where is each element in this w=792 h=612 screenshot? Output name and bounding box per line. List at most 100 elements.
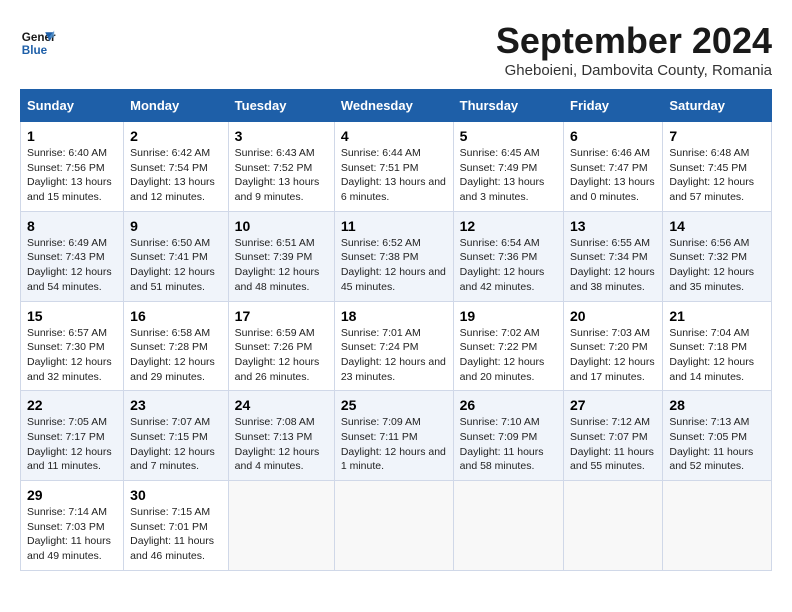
calendar-week-2: 8Sunrise: 6:49 AMSunset: 7:43 PMDaylight… [21,211,772,301]
day-number: 23 [130,397,222,413]
day-info: Sunrise: 6:45 AMSunset: 7:49 PMDaylight:… [460,146,557,205]
day-number: 21 [669,308,765,324]
svg-text:Blue: Blue [22,44,48,57]
calendar-cell: 25Sunrise: 7:09 AMSunset: 7:11 PMDayligh… [334,391,453,481]
day-number: 11 [341,218,447,234]
day-number: 17 [235,308,328,324]
calendar-cell: 5 Sunrise: 6:45 AMSunset: 7:49 PMDaylight… [453,122,563,212]
day-info: Sunrise: 6:50 AMSunset: 7:41 PMDaylight:… [130,236,222,295]
calendar-cell: 30 Sunrise: 7:15 AMSunset: 7:01 PMDayligh… [124,481,229,571]
day-info: Sunrise: 7:03 AMSunset: 7:20 PMDaylight:… [570,326,656,385]
calendar-cell [334,481,453,571]
day-info: Sunrise: 6:55 AMSunset: 7:34 PMDaylight:… [570,236,656,295]
calendar-cell: 17 Sunrise: 6:59 AMSunset: 7:26 PMDayligh… [228,301,334,391]
calendar-cell: 6Sunrise: 6:46 AMSunset: 7:47 PMDaylight… [564,122,663,212]
calendar-week-3: 15 Sunrise: 6:57 AMSunset: 7:30 PMDayligh… [21,301,772,391]
calendar-cell: 7 Sunrise: 6:48 AMSunset: 7:45 PMDaylight… [663,122,772,212]
day-info: Sunrise: 6:48 AMSunset: 7:45 PMDaylight:… [669,146,765,205]
day-number: 4 [341,128,447,144]
calendar-cell: 2 Sunrise: 6:42 AMSunset: 7:54 PMDaylight… [124,122,229,212]
title-section: September 2024 Gheboieni, Dambovita Coun… [496,20,772,79]
day-number: 6 [570,128,656,144]
day-info: Sunrise: 7:01 AMSunset: 7:24 PMDaylight:… [341,326,447,385]
day-info: Sunrise: 6:49 AMSunset: 7:43 PMDaylight:… [27,236,117,295]
page-header: General Blue September 2024 Gheboieni, D… [20,20,772,79]
day-info: Sunrise: 7:08 AMSunset: 7:13 PMDaylight:… [235,415,328,474]
calendar-cell: 21 Sunrise: 7:04 AMSunset: 7:18 PMDayligh… [663,301,772,391]
day-number: 20 [570,308,656,324]
calendar-cell: 19 Sunrise: 7:02 AMSunset: 7:22 PMDayligh… [453,301,563,391]
calendar-table: SundayMondayTuesdayWednesdayThursdayFrid… [20,89,772,571]
day-info: Sunrise: 7:05 AMSunset: 7:17 PMDaylight:… [27,415,117,474]
calendar-cell: 12Sunrise: 6:54 AMSunset: 7:36 PMDayligh… [453,211,563,301]
day-info: Sunrise: 7:07 AMSunset: 7:15 PMDaylight:… [130,415,222,474]
day-info: Sunrise: 6:40 AMSunset: 7:56 PMDaylight:… [27,146,117,205]
calendar-cell: 3Sunrise: 6:43 AMSunset: 7:52 PMDaylight… [228,122,334,212]
calendar-week-5: 29 Sunrise: 7:14 AMSunset: 7:03 PMDayligh… [21,481,772,571]
day-info: Sunrise: 6:52 AMSunset: 7:38 PMDaylight:… [341,236,447,295]
calendar-cell: 27 Sunrise: 7:12 AMSunset: 7:07 PMDayligh… [564,391,663,481]
day-number: 27 [570,397,656,413]
calendar-cell: 10 Sunrise: 6:51 AMSunset: 7:39 PMDayligh… [228,211,334,301]
logo: General Blue [20,25,60,61]
day-number: 29 [27,487,117,503]
calendar-cell: 13Sunrise: 6:55 AMSunset: 7:34 PMDayligh… [564,211,663,301]
day-number: 14 [669,218,765,234]
day-number: 22 [27,397,117,413]
day-info: Sunrise: 6:56 AMSunset: 7:32 PMDaylight:… [669,236,765,295]
weekday-header-friday: Friday [564,90,663,122]
day-info: Sunrise: 6:44 AMSunset: 7:51 PMDaylight:… [341,146,447,205]
day-number: 3 [235,128,328,144]
weekday-header-wednesday: Wednesday [334,90,453,122]
calendar-cell: 23 Sunrise: 7:07 AMSunset: 7:15 PMDayligh… [124,391,229,481]
calendar-subtitle: Gheboieni, Dambovita County, Romania [496,62,772,79]
calendar-cell: 24 Sunrise: 7:08 AMSunset: 7:13 PMDayligh… [228,391,334,481]
logo-icon: General Blue [20,25,56,61]
day-info: Sunrise: 7:14 AMSunset: 7:03 PMDaylight:… [27,505,117,564]
calendar-week-1: 1 Sunrise: 6:40 AMSunset: 7:56 PMDaylight… [21,122,772,212]
day-number: 2 [130,128,222,144]
day-number: 9 [130,218,222,234]
day-number: 5 [460,128,557,144]
day-info: Sunrise: 7:13 AMSunset: 7:05 PMDaylight:… [669,415,765,474]
calendar-cell [663,481,772,571]
calendar-cell: 4 Sunrise: 6:44 AMSunset: 7:51 PMDaylight… [334,122,453,212]
day-number: 30 [130,487,222,503]
calendar-title: September 2024 [496,20,772,62]
calendar-cell [453,481,563,571]
day-number: 24 [235,397,328,413]
day-number: 16 [130,308,222,324]
calendar-cell: 8Sunrise: 6:49 AMSunset: 7:43 PMDaylight… [21,211,124,301]
day-info: Sunrise: 6:54 AMSunset: 7:36 PMDaylight:… [460,236,557,295]
calendar-cell: 26 Sunrise: 7:10 AMSunset: 7:09 PMDayligh… [453,391,563,481]
day-info: Sunrise: 6:57 AMSunset: 7:30 PMDaylight:… [27,326,117,385]
day-number: 19 [460,308,557,324]
day-number: 18 [341,308,447,324]
day-info: Sunrise: 7:12 AMSunset: 7:07 PMDaylight:… [570,415,656,474]
day-number: 15 [27,308,117,324]
calendar-cell: 9 Sunrise: 6:50 AMSunset: 7:41 PMDaylight… [124,211,229,301]
day-info: Sunrise: 6:42 AMSunset: 7:54 PMDaylight:… [130,146,222,205]
day-number: 7 [669,128,765,144]
day-info: Sunrise: 7:02 AMSunset: 7:22 PMDaylight:… [460,326,557,385]
calendar-cell: 16 Sunrise: 6:58 AMSunset: 7:28 PMDayligh… [124,301,229,391]
day-number: 26 [460,397,557,413]
weekday-header-sunday: Sunday [21,90,124,122]
day-number: 1 [27,128,117,144]
day-number: 10 [235,218,328,234]
day-info: Sunrise: 7:09 AMSunset: 7:11 PMDaylight:… [341,415,447,474]
calendar-cell: 28Sunrise: 7:13 AMSunset: 7:05 PMDayligh… [663,391,772,481]
day-info: Sunrise: 7:15 AMSunset: 7:01 PMDaylight:… [130,505,222,564]
weekday-header-thursday: Thursday [453,90,563,122]
weekday-header-saturday: Saturday [663,90,772,122]
day-info: Sunrise: 6:59 AMSunset: 7:26 PMDaylight:… [235,326,328,385]
calendar-cell [228,481,334,571]
calendar-cell [564,481,663,571]
calendar-cell: 11 Sunrise: 6:52 AMSunset: 7:38 PMDayligh… [334,211,453,301]
day-info: Sunrise: 6:58 AMSunset: 7:28 PMDaylight:… [130,326,222,385]
day-info: Sunrise: 7:04 AMSunset: 7:18 PMDaylight:… [669,326,765,385]
calendar-cell: 22 Sunrise: 7:05 AMSunset: 7:17 PMDayligh… [21,391,124,481]
day-info: Sunrise: 7:10 AMSunset: 7:09 PMDaylight:… [460,415,557,474]
day-info: Sunrise: 6:51 AMSunset: 7:39 PMDaylight:… [235,236,328,295]
weekday-header-tuesday: Tuesday [228,90,334,122]
